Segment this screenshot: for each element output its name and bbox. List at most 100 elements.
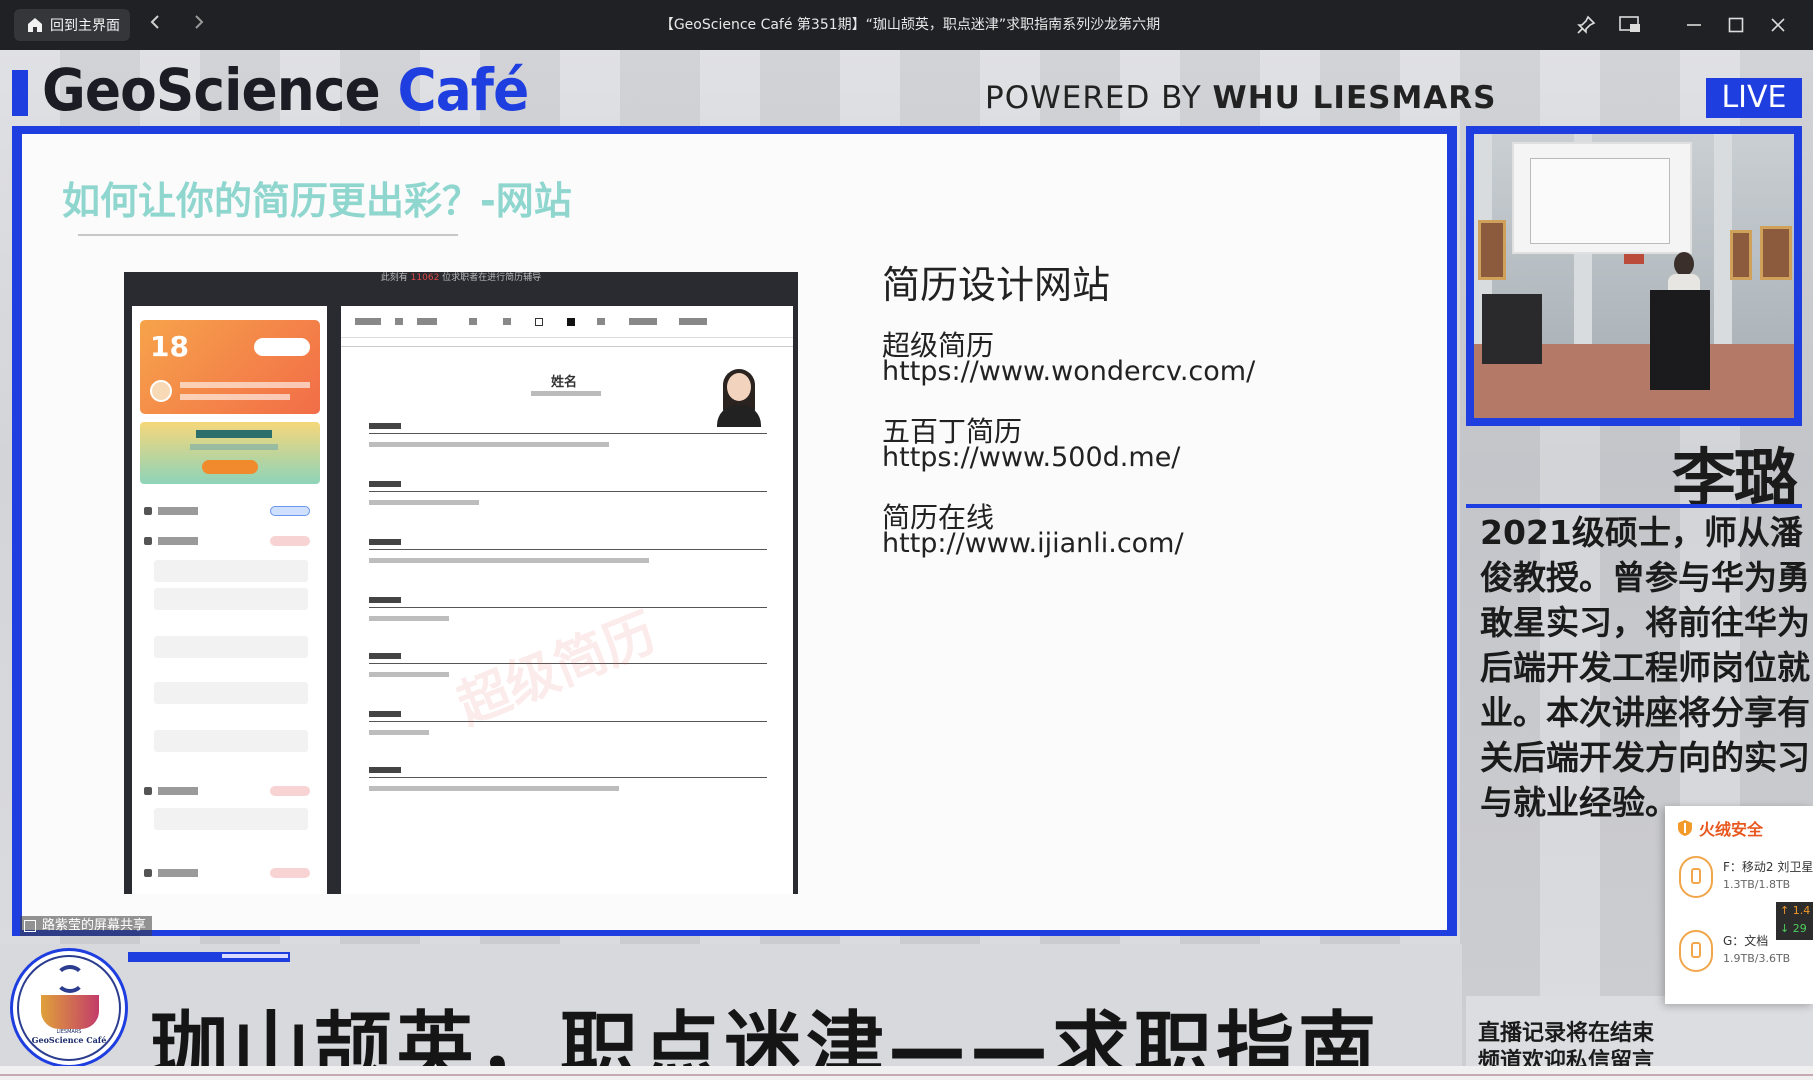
maximize-icon [1728,17,1744,33]
sidebar-item [154,636,308,658]
slide-title: 如何让你的简历更出彩？-网站 [62,179,572,223]
picture-in-picture-button[interactable] [1614,10,1646,40]
window-bottom-edge [0,1066,1813,1080]
sidebar-item [154,588,308,610]
resume-subtitle [531,391,601,396]
usb-drive-item[interactable]: F：移动2 刘卫星 1.3TB/1.8TB [1673,850,1813,906]
download-speed: ↓ 29 [1780,922,1807,935]
window-bottom-progress [0,1074,1813,1076]
sidebar-row [140,866,320,880]
sidebar-row [140,784,320,798]
resume-section [369,423,767,447]
close-button[interactable] [1762,10,1794,40]
brand-accent-bar [12,70,28,116]
sidebar-item [154,808,308,830]
site-url: https://www.500d.me/ [882,442,1181,473]
logo-name: GeoScience Café [31,1035,107,1045]
maximize-button[interactable] [1720,10,1752,40]
speaker-figure [1674,252,1694,276]
banner-accent-line-highlight [222,954,288,958]
screenshot-top-banner: 此刻有 11062 位求职者在进行简历辅导 [124,272,798,286]
powered-org: WHU LIESMARS [1212,80,1497,116]
sidebar-item [154,682,308,704]
security-notification-header: 火绒安全 [1677,816,1763,840]
minimize-button[interactable] [1678,10,1710,40]
promo-banner-text [190,444,278,450]
minimize-icon [1687,24,1701,26]
close-icon [1771,18,1785,32]
resume-photo [715,365,763,427]
resume-site-screenshot: 此刻有 11062 位求职者在进行简历辅导 18 姓名 超级简历 [124,272,798,894]
screenshot-top-suffix: 位求职者在进行简历辅导 [439,273,542,283]
screenshot-sidebar: 18 [132,306,327,894]
brand-title-main: GeoScience [42,56,398,124]
geoscience-cafe-logo: LIESMARS GeoScience Café [10,948,128,1068]
resume-section [369,481,767,505]
screenshot-resume-editor: 姓名 超级简历 [341,306,793,894]
powered-prefix: POWERED BY [985,80,1213,116]
upload-speed: ↑ 1.4 [1780,904,1811,917]
podium [1650,290,1710,390]
site-list-heading: 简历设计网站 [882,263,1111,307]
promo-text-line [180,382,310,388]
speaker-camera-feed [1474,134,1794,418]
live-stream-video: GeoScience Café POWERED BY WHU LIESMARS … [0,50,1813,1080]
screenshot-top-count: 11062 [410,273,440,283]
resume-section [369,597,767,621]
promo-count: 18 [150,330,189,363]
live-badge: LIVE [1706,78,1802,118]
promo-avatar [150,380,172,402]
resume-name: 姓名 [551,375,578,390]
picture-in-picture-icon [1619,16,1640,32]
site-url: http://www.ijianli.com/ [882,528,1184,559]
drive-label: G：文档 [1723,934,1769,948]
screen-share-text: 路紫莹的屏幕共享 [42,918,147,933]
home-button[interactable]: 回到主界面 [14,9,130,41]
powered-by-label: POWERED BY WHU LIESMARS [985,80,1496,116]
pin-icon [1577,15,1596,34]
screen-share-label: 路紫莹的屏幕共享 [20,916,153,936]
sidebar-item [154,730,308,752]
screenshot-top-prefix: 此刻有 [380,273,411,283]
promo-banner-text [196,430,272,438]
screenshot-promo-card: 18 [140,320,320,414]
sidebar-row [140,534,320,548]
promo-text-line [180,394,290,400]
projector-screen [1512,142,1692,254]
huorong-shield-icon [1678,820,1692,836]
pin-button[interactable] [1570,10,1602,40]
drive-label: F：移动2 刘卫星 [1723,860,1813,874]
screenshot-promo-banner [140,422,320,484]
drive-size: 1.3TB/1.8TB [1723,878,1791,891]
resume-page: 姓名 超级简历 [341,346,793,894]
slide-title-underline [78,234,458,236]
chevron-left-icon [150,15,159,29]
promo-pill [254,338,310,356]
drive-size: 1.9TB/3.6TB [1723,952,1791,965]
home-button-label: 回到主界面 [50,18,120,34]
promo-banner-button [202,460,258,474]
speaker-bio: 2021级硕士，师从潘俊教授。曾参与华为勇敢星实习，将前往华为后端开发工程师岗位… [1480,513,1810,822]
brand-title: GeoScience Café [42,56,529,124]
brand-title-accent: Café [397,56,529,124]
resume-section [369,767,767,791]
editor-toolbar [341,306,793,338]
forward-button[interactable] [184,10,214,40]
window-title: 【GeoScience Café 第351期】“珈山颉英，职点迷津”求职指南系列… [659,17,1161,33]
presentation-slide: 如何让你的简历更出彩？-网站 此刻有 11062 位求职者在进行简历辅导 18 [22,134,1447,930]
site-url: https://www.wondercv.com/ [882,356,1256,387]
window-titlebar: 回到主界面 【GeoScience Café 第351期】“珈山颉英，职点迷津”… [0,0,1813,50]
screen-share-icon [24,920,36,932]
network-speed-widget: ↑ 1.4 ↓ 29 [1776,902,1813,940]
security-notification-title: 火绒安全 [1699,820,1764,839]
speaker-divider [1466,504,1802,508]
usb-drive-icon [1679,856,1713,898]
back-button[interactable] [140,10,170,40]
usb-drive-icon [1679,930,1713,972]
resume-section [369,711,767,735]
sidebar-row [140,504,320,518]
sidebar-item [154,560,308,582]
chevron-right-icon [195,15,204,29]
home-icon [26,16,44,34]
resume-section [369,539,767,563]
